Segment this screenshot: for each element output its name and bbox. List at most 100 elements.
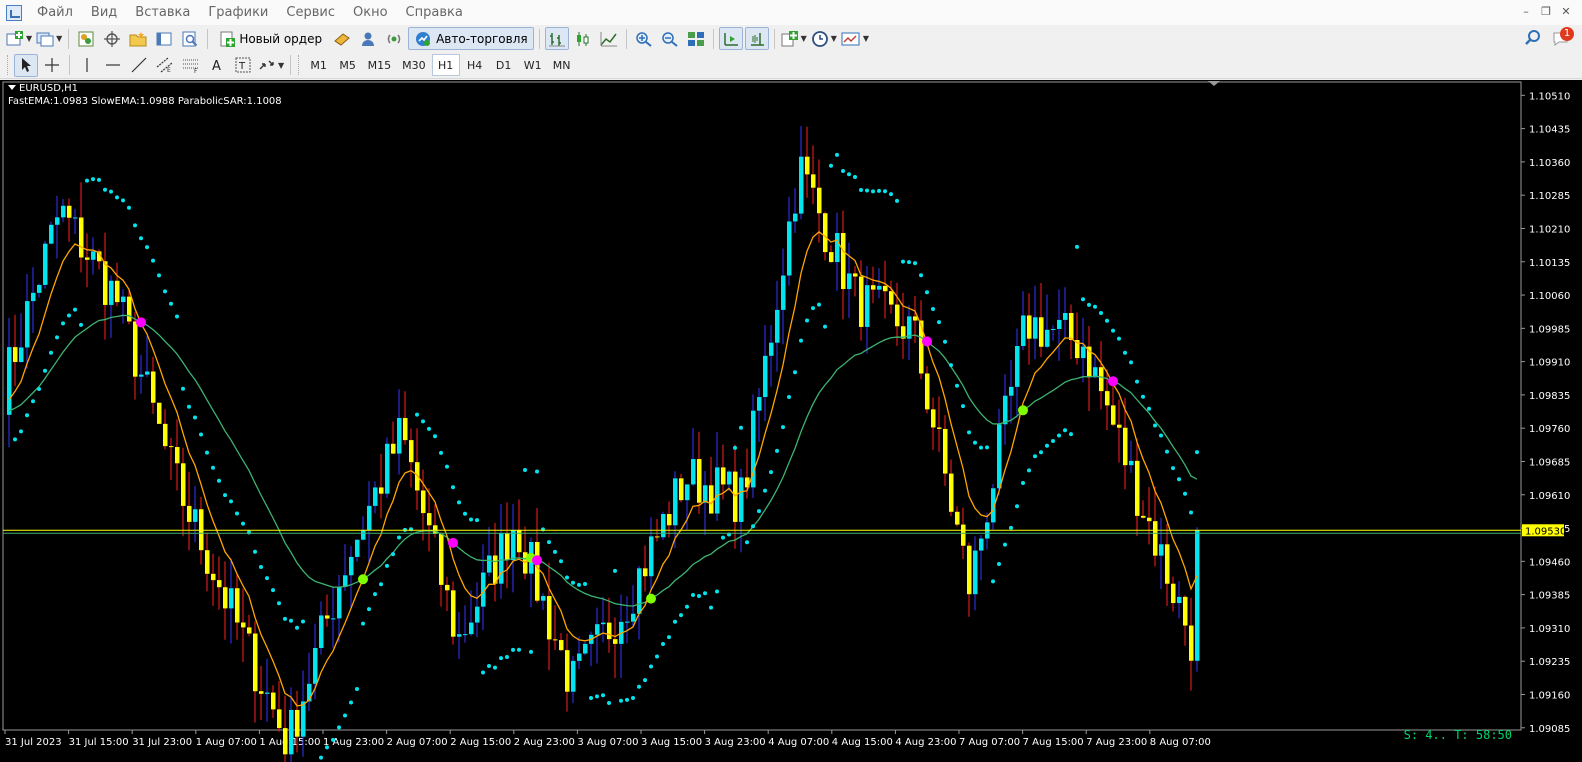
cursor-tool[interactable] bbox=[14, 53, 38, 77]
timeframe-mn[interactable]: MN bbox=[548, 54, 576, 76]
line-chart-button[interactable] bbox=[597, 27, 621, 50]
bearish-candle bbox=[607, 622, 612, 640]
metaeditor-button[interactable] bbox=[330, 27, 354, 50]
bearish-candle bbox=[1171, 583, 1176, 604]
timeframe-m15[interactable]: M15 bbox=[363, 54, 397, 76]
bullish-candle bbox=[193, 509, 198, 522]
indicator-values: FastEMA:1.0983 SlowEMA:1.0988 ParabolicS… bbox=[8, 96, 282, 107]
tile-windows-button[interactable] bbox=[684, 27, 708, 50]
parabolic-sar-dot bbox=[577, 582, 581, 587]
timeframe-w1[interactable]: W1 bbox=[519, 54, 547, 76]
menu-charts[interactable]: Графики bbox=[199, 0, 277, 25]
menu-insert[interactable]: Вставка bbox=[126, 0, 199, 25]
bullish-candle bbox=[571, 660, 576, 692]
new-chart-button[interactable]: ▼ bbox=[5, 27, 33, 50]
broadcast-button[interactable] bbox=[382, 27, 406, 50]
chart-symbol-text: EURUSD,H1 bbox=[19, 83, 79, 94]
notifications-button[interactable]: 1 bbox=[1552, 27, 1574, 49]
parabolic-sar-dot bbox=[235, 511, 239, 516]
timeframe-m30[interactable]: M30 bbox=[397, 54, 431, 76]
close-icon[interactable]: ✕ bbox=[1558, 4, 1574, 20]
parabolic-sar-dot bbox=[943, 339, 947, 344]
svg-text:F: F bbox=[194, 68, 198, 73]
parabolic-sar-dot bbox=[865, 188, 869, 193]
market-watch-icon bbox=[78, 31, 94, 46]
parabolic-sar-dot bbox=[655, 654, 659, 659]
parabolic-sar-dot bbox=[1045, 443, 1049, 448]
terminal-button[interactable] bbox=[152, 27, 176, 50]
bearish-candle bbox=[181, 463, 186, 506]
profiles-button[interactable]: ▼ bbox=[35, 27, 63, 50]
parabolic-sar-dot bbox=[445, 464, 449, 469]
bullish-candle bbox=[793, 213, 798, 222]
bearish-candle bbox=[1141, 515, 1146, 518]
text-label-tool[interactable]: T bbox=[231, 54, 255, 77]
bullish-candle bbox=[1033, 317, 1038, 339]
market-watch-button[interactable] bbox=[74, 27, 98, 50]
auto-trading-button[interactable]: Авто-торговля bbox=[408, 27, 534, 50]
menu-view[interactable]: Вид bbox=[82, 0, 126, 25]
parabolic-sar-dot bbox=[901, 259, 905, 264]
signals-button[interactable] bbox=[356, 27, 380, 50]
minimize-icon[interactable]: – bbox=[1518, 4, 1534, 20]
equidistant-channel-tool[interactable]: E bbox=[153, 54, 177, 77]
price-chart[interactable]: 1.10510 1.10435 1.10360 1.10285 1.10210 1.101… bbox=[0, 80, 1582, 762]
arrows-tool[interactable]: ▼ bbox=[257, 54, 285, 77]
vertical-line-tool[interactable] bbox=[75, 54, 99, 77]
menu-help[interactable]: Справка bbox=[397, 0, 472, 25]
parabolic-sar-dot bbox=[61, 321, 65, 326]
menu-file[interactable]: Файл bbox=[28, 0, 82, 25]
navigator-button[interactable] bbox=[126, 27, 150, 50]
timeframe-d1[interactable]: D1 bbox=[490, 54, 518, 76]
parabolic-sar-dot bbox=[421, 419, 425, 424]
parabolic-sar-dot bbox=[145, 245, 149, 250]
parabolic-sar-dot bbox=[871, 189, 875, 194]
arrows-icon bbox=[259, 60, 274, 70]
bearish-candle bbox=[223, 587, 228, 609]
collapse-triangle-icon[interactable] bbox=[8, 85, 16, 90]
timeframe-m1[interactable]: M1 bbox=[305, 54, 333, 76]
parabolic-sar-dot bbox=[463, 511, 467, 516]
y-tick-label: 1.09460 bbox=[1529, 557, 1570, 568]
chart-window[interactable]: 1.10510 1.10435 1.10360 1.10285 1.10210 1.101… bbox=[0, 80, 1582, 762]
bar-chart-button[interactable] bbox=[544, 27, 569, 50]
bullish-candle bbox=[37, 284, 42, 293]
new-order-button[interactable]: Новый ордер bbox=[213, 27, 328, 50]
parabolic-sar-dot bbox=[631, 695, 635, 700]
timeframe-h4[interactable]: H4 bbox=[461, 54, 489, 76]
chart-shift-button[interactable] bbox=[744, 27, 769, 50]
periods-button[interactable]: ▼ bbox=[810, 27, 838, 50]
x-tick-label: 8 Aug 07:00 bbox=[1150, 737, 1211, 748]
candlestick-button[interactable] bbox=[571, 27, 595, 50]
search-icon[interactable] bbox=[1524, 29, 1542, 47]
parabolic-sar-dot bbox=[487, 663, 491, 668]
templates-button[interactable]: ▼ bbox=[840, 27, 870, 50]
bullish-candle bbox=[1081, 346, 1086, 359]
bearish-candle bbox=[1111, 405, 1116, 425]
horizontal-line-tool[interactable] bbox=[101, 54, 125, 77]
zoom-in-button[interactable] bbox=[632, 27, 656, 50]
fibonacci-tool[interactable]: F bbox=[179, 54, 203, 77]
parabolic-sar-dot bbox=[517, 647, 521, 652]
menu-window[interactable]: Окно bbox=[344, 0, 397, 25]
auto-scroll-button[interactable] bbox=[718, 27, 743, 50]
indicators-button[interactable]: ▼ bbox=[780, 27, 808, 50]
timeframe-h1[interactable]: H1 bbox=[431, 54, 460, 76]
parabolic-sar-dot bbox=[1165, 449, 1169, 454]
text-tool[interactable]: A bbox=[205, 54, 229, 77]
parabolic-sar-dot bbox=[841, 169, 845, 174]
chevron-down-icon: ▼ bbox=[800, 34, 807, 43]
chevron-down-icon: ▼ bbox=[862, 34, 870, 43]
bearish-candle bbox=[913, 316, 918, 321]
menu-tools[interactable]: Сервис bbox=[277, 0, 344, 25]
crosshair-nav-button[interactable] bbox=[100, 27, 124, 50]
bearish-candle bbox=[643, 568, 648, 577]
timeframe-m5[interactable]: M5 bbox=[334, 54, 362, 76]
zoom-out-button[interactable] bbox=[658, 27, 682, 50]
y-tick-label: 1.09310 bbox=[1529, 624, 1570, 635]
strategy-tester-button[interactable] bbox=[178, 27, 202, 50]
trendline-tool[interactable] bbox=[127, 54, 151, 77]
crosshair-tool[interactable] bbox=[40, 54, 64, 77]
app-icon[interactable] bbox=[6, 4, 22, 21]
restore-icon[interactable]: ❐ bbox=[1538, 4, 1554, 20]
